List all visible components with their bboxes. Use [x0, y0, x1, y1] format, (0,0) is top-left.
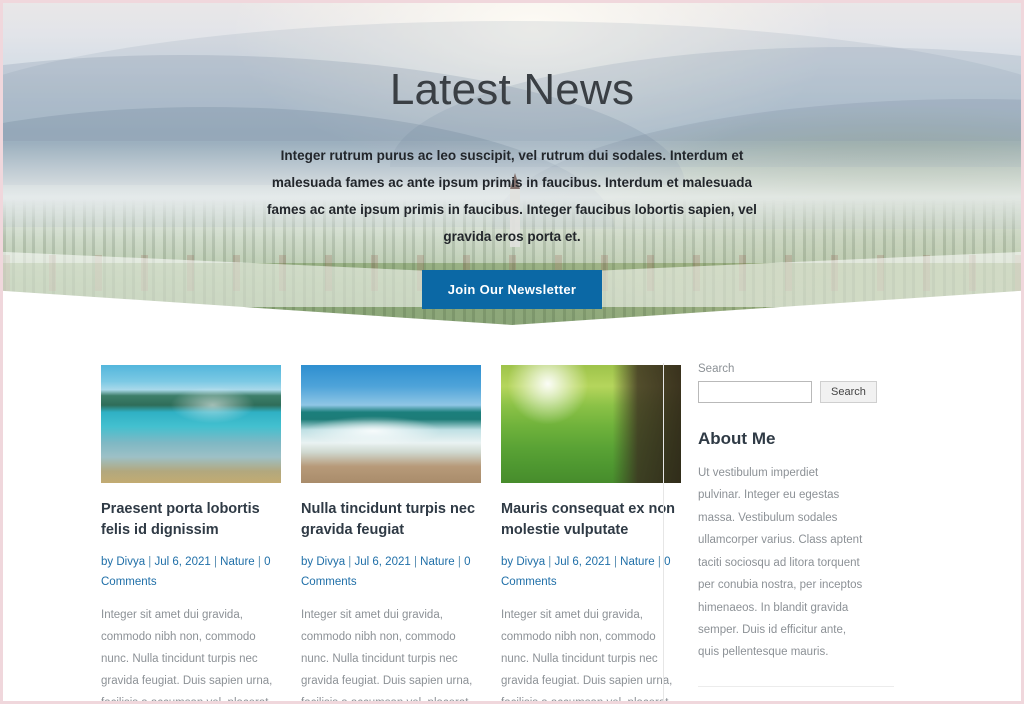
post-category-link[interactable]: Nature: [620, 556, 655, 568]
post-card: Mauris consequat ex non molestie vulputa…: [501, 365, 681, 704]
hero-subtitle: Integer rutrum purus ac leo suscipit, ve…: [267, 147, 757, 244]
sidebar-divider: [698, 685, 894, 687]
post-date: Jul 6, 2021: [554, 556, 611, 569]
hero-content: Latest News Integer rutrum purus ac leo …: [3, 3, 1021, 309]
post-excerpt: Integer sit amet dui gravida, commodo ni…: [301, 609, 473, 704]
post-author-prefix: by: [101, 556, 117, 569]
post-date: Jul 6, 2021: [354, 556, 411, 569]
meta-separator: |: [210, 556, 221, 569]
post-date: Jul 6, 2021: [154, 556, 211, 569]
post-thumbnail-image[interactable]: [101, 365, 281, 483]
post-thumbnail-image[interactable]: [301, 365, 481, 483]
post-excerpt: Integer sit amet dui gravida, commodo ni…: [501, 609, 673, 704]
hero-banner: Latest News Integer rutrum purus ac leo …: [3, 3, 1021, 325]
search-widget: Search: [698, 381, 927, 403]
post-thumbnail-image[interactable]: [501, 365, 681, 483]
post-category-link[interactable]: Nature: [220, 556, 255, 568]
join-newsletter-button[interactable]: Join Our Newsletter: [421, 269, 603, 309]
page-title: Latest News: [389, 65, 635, 114]
post-card: Praesent porta lobortis felis id digniss…: [101, 365, 281, 704]
meta-separator: |: [254, 556, 265, 569]
post-title-link[interactable]: Nulla tincidunt turpis nec gravida feugi…: [301, 499, 481, 541]
post-title-link[interactable]: Praesent porta lobortis felis id digniss…: [101, 499, 281, 541]
about-me-text: Ut vestibulum imperdiet pulvinar. Intege…: [698, 467, 863, 659]
search-label: Search: [698, 363, 735, 375]
post-meta: by Divya | Jul 6, 2021 | Nature | 0 Comm…: [101, 552, 281, 592]
search-button[interactable]: Search: [820, 381, 877, 403]
meta-separator: |: [410, 556, 421, 569]
post-author-link[interactable]: Divya: [516, 556, 545, 568]
post-author-link[interactable]: Divya: [316, 556, 345, 568]
post-author-prefix: by: [301, 556, 317, 569]
main-area: Praesent porta lobortis felis id digniss…: [3, 325, 1021, 704]
sidebar: Search Search About Me Ut vestibulum imp…: [663, 363, 927, 701]
about-me-heading: About Me: [698, 429, 776, 448]
meta-separator: |: [545, 556, 555, 569]
post-category-link[interactable]: Nature: [420, 556, 455, 568]
post-list: Praesent porta lobortis felis id digniss…: [3, 365, 681, 704]
meta-separator: |: [610, 556, 621, 569]
post-author-prefix: by: [501, 556, 517, 569]
post-meta: by Divya | Jul 6, 2021 | Nature | 0 Comm…: [501, 552, 681, 592]
meta-separator: |: [145, 556, 155, 569]
post-meta: by Divya | Jul 6, 2021 | Nature | 0 Comm…: [301, 552, 481, 592]
post-excerpt: Integer sit amet dui gravida, commodo ni…: [101, 609, 273, 704]
post-card: Nulla tincidunt turpis nec gravida feugi…: [301, 365, 481, 704]
meta-separator: |: [454, 556, 465, 569]
post-title-link[interactable]: Mauris consequat ex non molestie vulputa…: [501, 499, 681, 541]
meta-separator: |: [345, 556, 355, 569]
page-frame: Latest News Integer rutrum purus ac leo …: [0, 0, 1024, 704]
post-author-link[interactable]: Divya: [116, 556, 145, 568]
search-input[interactable]: [698, 381, 812, 403]
